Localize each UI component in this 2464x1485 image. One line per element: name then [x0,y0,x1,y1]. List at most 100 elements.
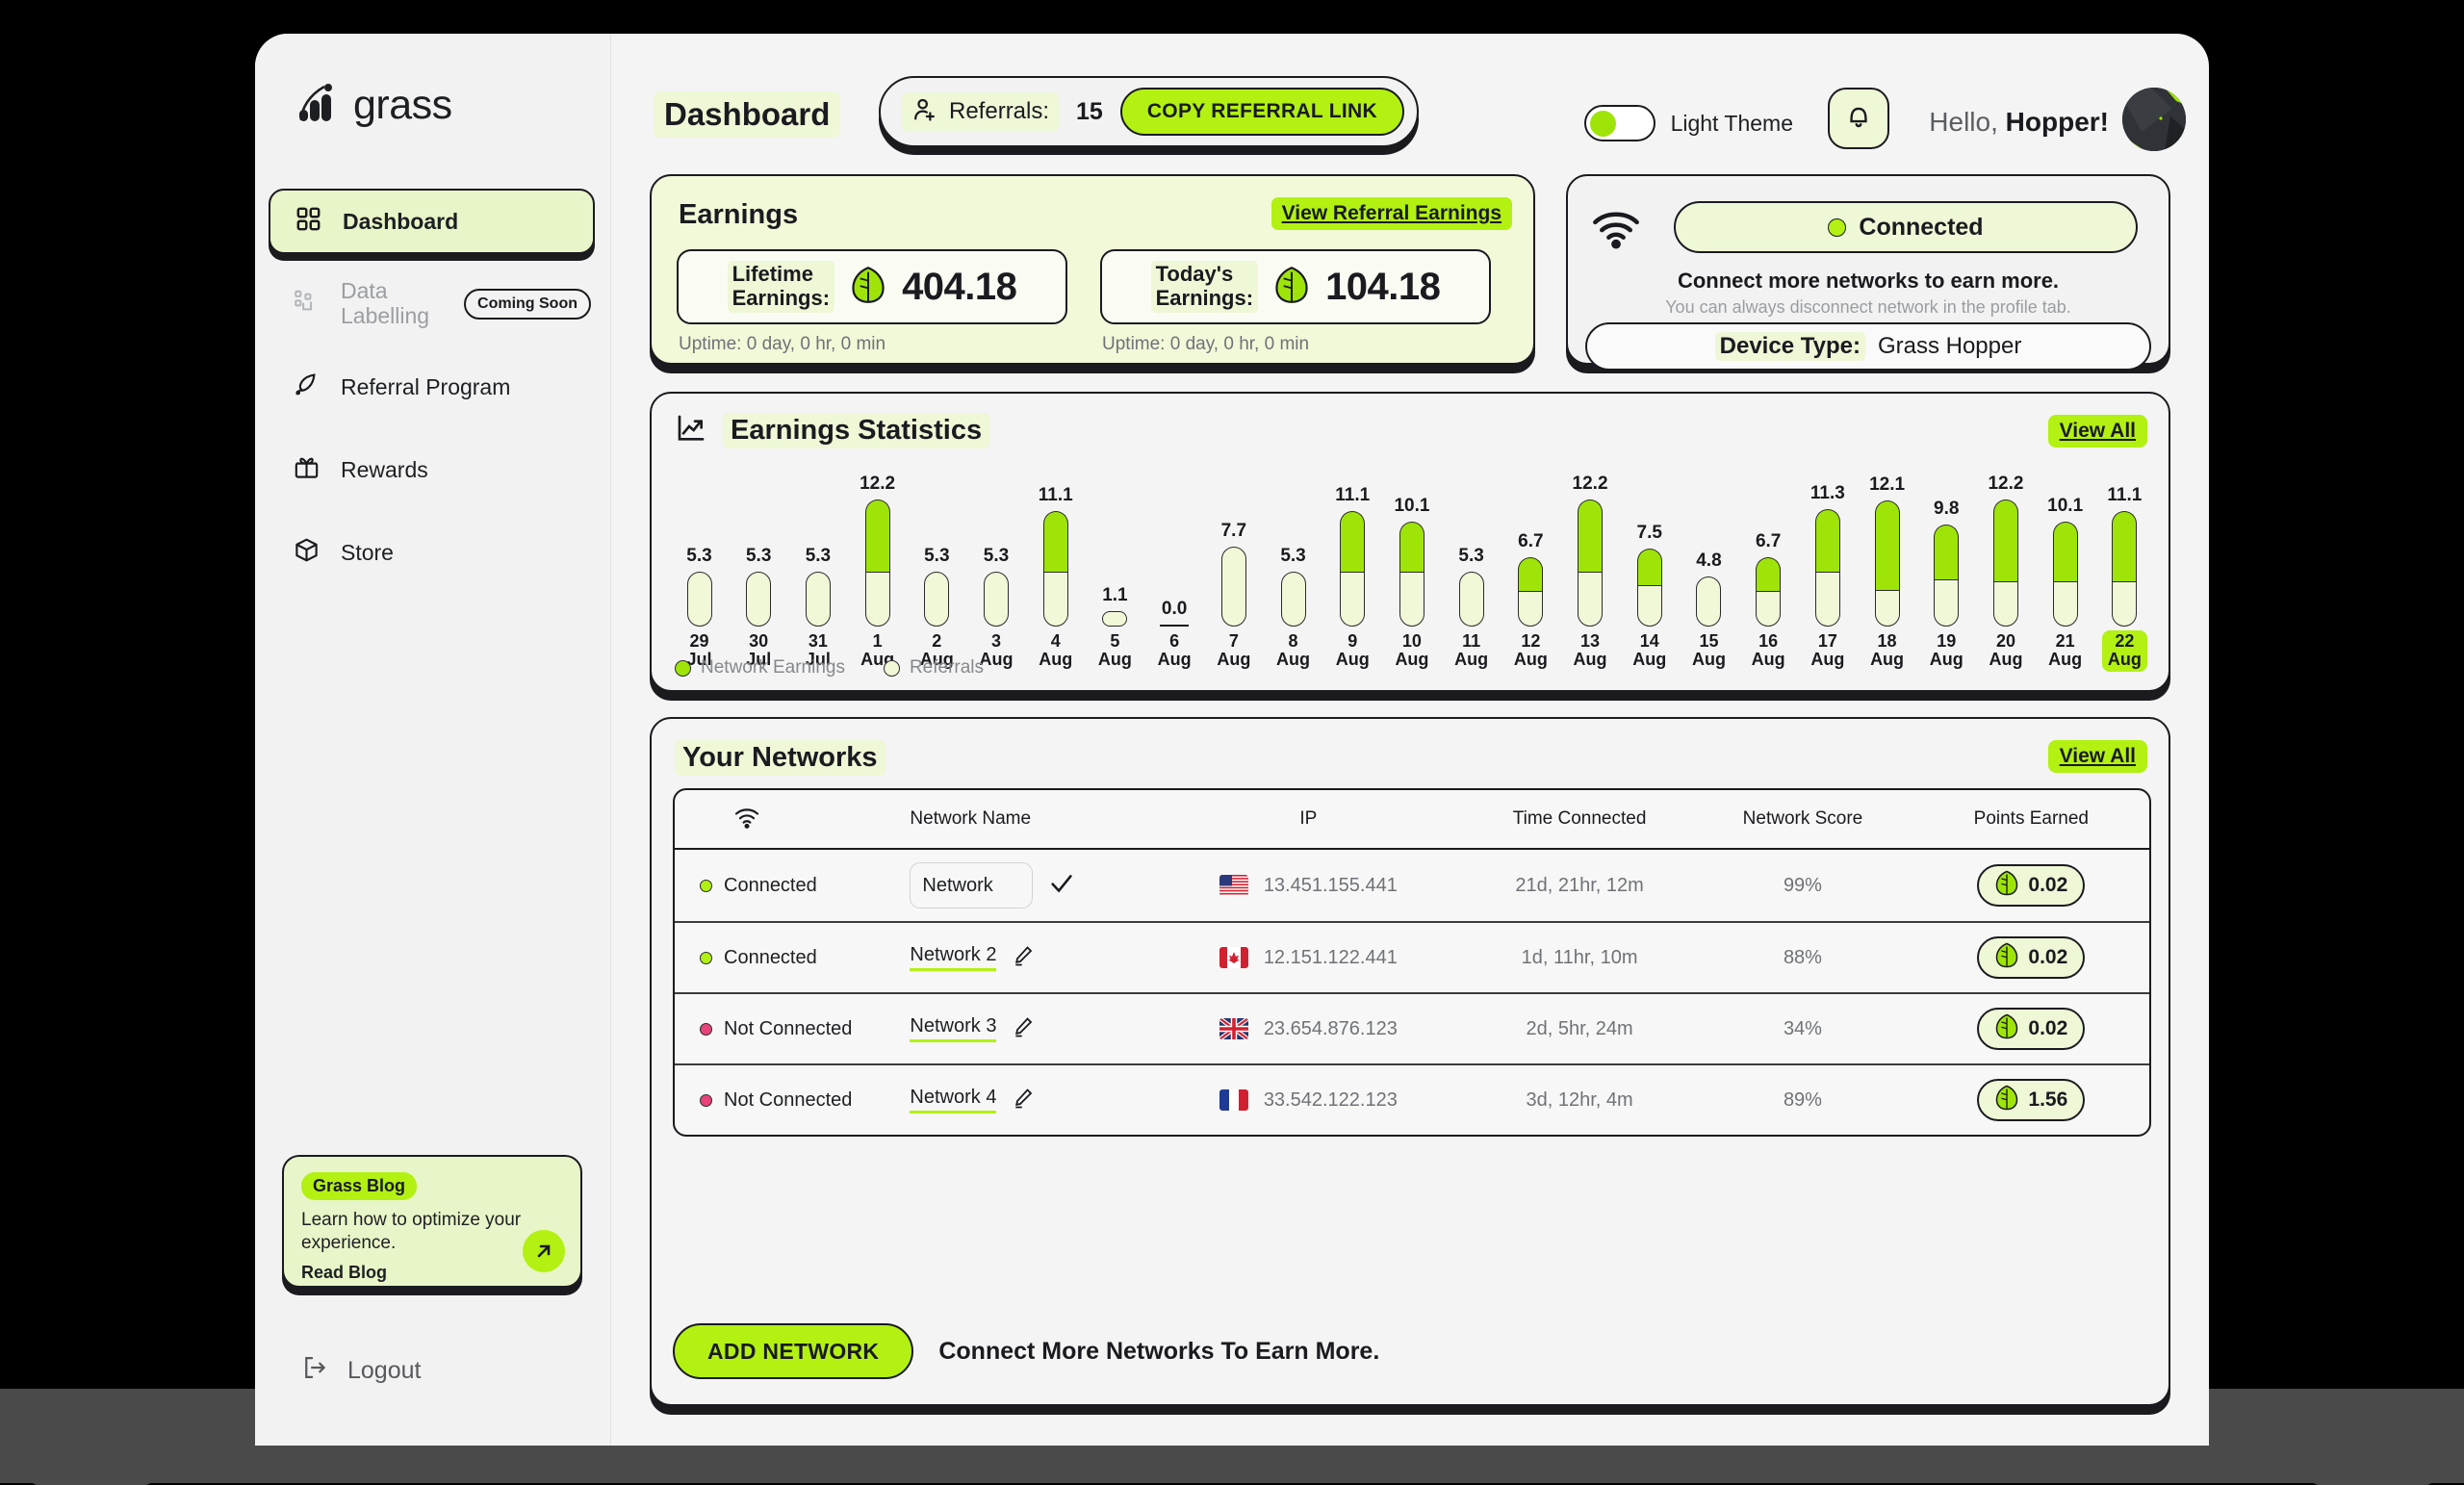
notifications-button[interactable] [1828,88,1889,149]
bar-segment-referrals [1874,590,1900,627]
theme-toggle[interactable] [1583,105,1656,141]
bar-segment-referrals [805,571,831,627]
bar-segment-referrals [1458,571,1484,627]
bar-segment-network-earnings [1934,524,1960,580]
chart-bar: 5.3 [1445,453,1498,627]
bar-stack [1756,556,1782,627]
cell-time-connected: 21d, 21hr, 12m [1515,874,1644,896]
chart-view-all-button[interactable]: View All [2047,415,2147,448]
bar-segment-network-earnings [1578,499,1604,572]
bar-segment-referrals [1518,591,1544,627]
cell-ip: 13.451.155.441 [1150,875,1467,897]
ip-value: 12.151.122.441 [1263,946,1398,968]
brand-logo[interactable]: grass [295,82,610,129]
flag-icon-gb [1219,1018,1248,1039]
bar-segment-network-earnings [1874,500,1900,591]
chart-x-tick: 5 Aug [1089,630,1142,672]
bar-value-label: 12.2 [1988,474,2024,495]
x-tick-label: 19 Aug [1929,631,1964,670]
bar-value-label: 9.8 [1934,498,1960,519]
chart-x-tick: 13 Aug [1564,630,1617,672]
points-badge: 0.02 [1977,936,2086,979]
topbar: Dashboard Referrals: 15 COPY REFERRAL LI… [611,34,2209,165]
add-network-button[interactable]: ADD NETWORK [673,1323,914,1379]
user-plus-icon [911,96,938,128]
bar-value-label: 11.1 [1038,484,1073,505]
brand-name: grass [353,82,452,128]
check-icon[interactable] [1048,870,1075,902]
bar-segment-referrals [1814,571,1840,627]
network-name-link[interactable]: Network 2 [910,944,997,971]
x-tick-label: 6 Aug [1157,631,1192,670]
sidebar-item-store[interactable]: Store [269,520,595,585]
flag-icon-us [1219,875,1248,896]
table-row: Not Connected Network 4 33.542.122.123 3d, … [675,1063,2149,1135]
cell-network-name [910,862,1149,909]
bar-value-label: 12.2 [1572,474,1608,495]
sidebar-item-label: Rewards [341,456,428,482]
cell-status: Connected [675,875,910,897]
chart-bar: 5.3 [791,453,844,627]
today-label-line2: Earnings: [1155,286,1254,310]
wifi-icon [1591,207,1641,254]
cell-network-score: 89% [1783,1088,1822,1111]
x-tick-label: 4 Aug [1039,631,1073,670]
chart-bar: 12.2 [1564,453,1617,627]
bar-stack [2112,510,2138,627]
logout-button[interactable]: Logout [301,1354,421,1388]
x-tick-label: 10 Aug [1395,631,1429,670]
arrow-up-right-icon[interactable] [523,1230,565,1272]
bar-value-label: 5.3 [924,545,950,566]
pencil-icon[interactable] [1012,1015,1035,1043]
bar-value-label: 11.3 [1810,482,1845,503]
status-dot [700,879,712,892]
status-dot [1828,218,1847,237]
bar-segment-referrals [1042,571,1068,627]
greeting-prefix: Hello, [1929,107,2006,137]
sidebar-item-dashboard[interactable]: Dashboard [269,189,595,254]
network-name-input[interactable] [910,862,1034,909]
avatar[interactable] [2122,88,2186,151]
x-tick-label: 11 Aug [1454,631,1489,670]
bar-stack [2052,521,2078,627]
network-name-link[interactable]: Network 3 [910,1015,997,1042]
cell-network-name: Network 4 [910,1087,1149,1114]
status-text: Not Connected [724,1017,853,1039]
status-dot [700,951,712,964]
blog-cta[interactable]: Read Blog [301,1263,563,1283]
bar-stack [924,571,950,627]
copy-referral-link-button[interactable]: COPY REFERRAL LINK [1119,88,1404,136]
bar-value-label: 1.1 [1102,585,1128,605]
bar-segment-referrals [924,571,950,627]
sidebar-item-rewards[interactable]: Rewards [269,437,595,502]
pencil-icon[interactable] [1012,944,1035,972]
bar-value-label: 5.3 [983,545,1010,566]
leaf-icon [1273,266,1310,309]
bar-stack [1696,576,1722,627]
sidebar-item-referral-program[interactable]: Referral Program [269,354,595,420]
networks-view-all-button[interactable]: View All [2047,740,2147,773]
bar-segment-network-earnings [1814,508,1840,572]
chart-x-tick: 7 Aug [1207,630,1260,672]
chart-bar: 1.1 [1089,453,1142,627]
sidebar: grass Dashboard Data Labelling Coming So… [255,34,611,1446]
sidebar-item-label: Referral Program [341,373,511,399]
chart-bar: 7.7 [1207,453,1260,627]
sidebar-item-data-labelling[interactable]: Data Labelling Coming Soon [269,271,595,337]
legend-label: Network Earnings [701,657,845,678]
x-tick-label: 16 Aug [1751,631,1785,670]
x-tick-label: 17 Aug [1810,631,1845,670]
grass-blog-card[interactable]: Grass Blog Learn how to optimize your ex… [282,1155,582,1288]
chart-bar: 12.1 [1861,453,1913,627]
bar-value-label: 5.3 [686,545,712,566]
bar-segment-network-earnings [2112,510,2138,582]
pencil-icon[interactable] [1012,1087,1035,1114]
status-text: Connected [724,946,817,968]
bar-stack [1578,499,1604,627]
view-referral-earnings-link[interactable]: View Referral Earnings [1270,197,1512,230]
network-name-link[interactable]: Network 4 [910,1087,997,1114]
col-header-network-name: Network Name [910,808,1032,829]
app-screen: grass Dashboard Data Labelling Coming So… [255,34,2209,1446]
rocket-icon [294,371,320,402]
chart-x-tick: 8 Aug [1267,630,1320,672]
